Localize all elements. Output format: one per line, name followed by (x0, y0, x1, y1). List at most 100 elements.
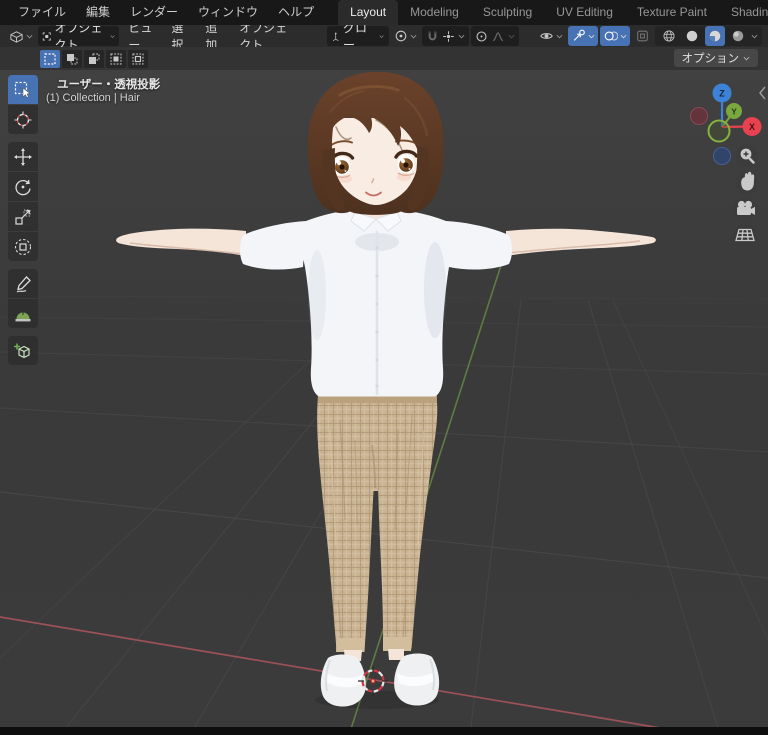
tool-annotate[interactable] (8, 269, 38, 298)
transform-orientation-icon (332, 32, 339, 41)
select-mode-extend-button[interactable] (62, 49, 82, 68)
menu-window[interactable]: ウィンドウ (188, 0, 268, 25)
blender-window: { "colors": { "accent": "#4772b3", "menu… (0, 0, 768, 735)
transform-orientation-dropdown[interactable]: グロー... (326, 25, 389, 47)
snap-magnet-icon (428, 31, 436, 40)
menu-render[interactable]: レンダー (120, 0, 188, 25)
annotate-pen-icon (16, 275, 31, 293)
viewport-3d[interactable]: Z Y X ユーザー・透視投影 (1) Collection | Hair (0, 70, 768, 727)
visibility-icon (540, 33, 553, 39)
svg-text:Y: Y (731, 108, 737, 117)
editor-type-button[interactable] (6, 26, 36, 46)
viewport-header: オブジェクト ビュー 選択 追加 オブジェクト グロー... (0, 25, 768, 47)
menu-edit[interactable]: 編集 (76, 0, 120, 25)
select-mode-new-button[interactable] (40, 49, 60, 68)
shading-mode-group (654, 26, 762, 46)
menu-view[interactable]: ビュー (121, 25, 162, 47)
xray-toggle-icon (637, 30, 648, 42)
shading-solid-icon (686, 30, 698, 42)
gizmo-z-ball[interactable]: Z (712, 83, 732, 103)
measure-icon (15, 312, 31, 321)
move-icon (14, 147, 32, 166)
gizmos-toggle-icon (573, 29, 585, 41)
shading-solid-button[interactable] (682, 26, 702, 46)
gizmos-toggle[interactable] (567, 26, 598, 46)
visibility-dropdown[interactable] (536, 26, 566, 46)
falloff-curve-icon (492, 31, 503, 41)
shading-material-button[interactable] (704, 26, 725, 46)
menu-add[interactable]: 追加 (198, 25, 230, 47)
gizmo-neg-x-ball[interactable] (690, 107, 708, 125)
perspective-toggle-button[interactable] (733, 223, 757, 247)
transform-icon (14, 238, 32, 255)
sidebar-expand-chevron[interactable] (759, 86, 766, 100)
orientation-label: グロー... (343, 25, 368, 47)
cursor-tool-icon (14, 111, 32, 128)
shading-rendered-icon (732, 30, 744, 42)
select-mode-intersect-button[interactable] (128, 49, 148, 68)
workspace-tabs: Layout Modeling Sculpting UV Editing Tex… (338, 0, 768, 25)
zoom-button[interactable] (735, 144, 759, 168)
tool-transform[interactable] (8, 232, 38, 261)
viewport-nav-buttons (733, 144, 759, 247)
xray-toggle[interactable] (632, 26, 653, 46)
svg-text:X: X (749, 122, 755, 132)
menu-help[interactable]: ヘルプ (268, 0, 324, 25)
proportional-editing-icon (476, 31, 487, 41)
camera-view-button[interactable] (733, 197, 757, 221)
options-button[interactable]: オプション (673, 49, 758, 67)
viewport-canvas[interactable]: Z Y X (0, 70, 768, 727)
tool-select-box[interactable] (8, 75, 38, 104)
snap-target-icon (442, 30, 454, 42)
mode-label: オブジェクト (54, 25, 103, 47)
editor-type-icon (10, 30, 23, 43)
object-mode-icon (42, 32, 51, 40)
snapping-group[interactable] (421, 26, 469, 46)
proportional-editing-group[interactable] (470, 26, 519, 46)
top-menu-bar: ファイル 編集 レンダー ウィンドウ ヘルプ Layout Modeling S… (0, 0, 768, 25)
tab-texture-paint[interactable]: Texture Paint (625, 0, 719, 25)
mode-selector[interactable]: オブジェクト (38, 25, 120, 47)
shading-rendered-button[interactable] (728, 26, 748, 46)
overlays-toggle-icon (604, 31, 618, 41)
tool-measure[interactable] (8, 299, 38, 328)
tab-uv-editing[interactable]: UV Editing (544, 0, 625, 25)
scale-icon (15, 208, 31, 225)
tab-layout[interactable]: Layout (338, 0, 399, 25)
tool-move[interactable] (8, 142, 38, 171)
active-collection-label: (1) Collection | Hair (46, 92, 140, 104)
add-cube-icon (14, 343, 30, 358)
select-mode-invert-button[interactable] (106, 49, 126, 68)
select-mode-subtract-button[interactable] (84, 49, 104, 68)
overlays-toggle[interactable] (599, 26, 630, 46)
shading-material-icon (709, 30, 721, 42)
select-box-icon (14, 81, 31, 98)
pivot-point-button[interactable] (391, 26, 420, 46)
gizmo-neg-z-ball[interactable] (713, 147, 731, 165)
gizmo-y-ball[interactable]: Y (726, 103, 742, 119)
tool-settings-bar: オプション (0, 47, 768, 70)
gizmo-neg-y-ball[interactable] (707, 119, 731, 143)
left-tool-column (8, 75, 38, 366)
menu-object[interactable]: オブジェクト (232, 25, 300, 47)
tool-cursor[interactable] (8, 105, 38, 134)
window-bottom-edge (0, 727, 768, 735)
pan-button[interactable] (735, 171, 759, 195)
tab-shading[interactable]: Shading (719, 0, 768, 25)
shading-wireframe-icon (663, 30, 675, 42)
view-angle-label: ユーザー・透視投影 (57, 79, 161, 91)
tool-add-cube[interactable] (8, 336, 38, 365)
pivot-point-icon (395, 30, 406, 42)
shading-wireframe-button[interactable] (659, 26, 679, 46)
menu-file[interactable]: ファイル (8, 0, 76, 25)
svg-text:Z: Z (719, 89, 725, 99)
menu-select[interactable]: 選択 (164, 25, 196, 47)
tab-modeling[interactable]: Modeling (398, 0, 471, 25)
tool-rotate[interactable] (8, 172, 38, 201)
tool-scale[interactable] (8, 202, 38, 231)
character-model[interactable] (116, 71, 656, 709)
options-label: オプション (681, 53, 740, 65)
gizmo-x-ball[interactable]: X (742, 117, 762, 136)
rotate-icon (15, 179, 31, 195)
tab-sculpting[interactable]: Sculpting (471, 0, 544, 25)
